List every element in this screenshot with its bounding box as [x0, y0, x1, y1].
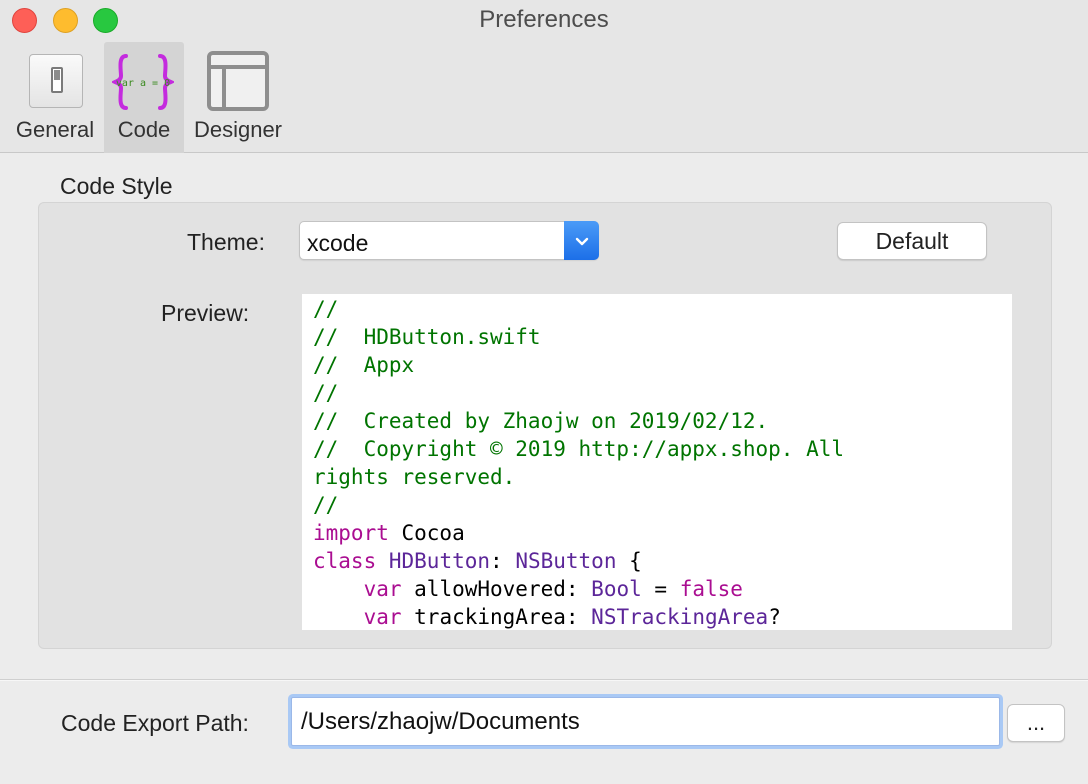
code-token: // — [313, 297, 339, 321]
code-token: // Created by Zhaojw on 2019/02/12. — [313, 409, 769, 433]
code-token: Cocoa — [388, 521, 465, 545]
theme-label: Theme: — [187, 229, 265, 255]
code-token: rights reserved. — [313, 465, 516, 489]
code-token: false — [679, 577, 743, 601]
theme-select[interactable]: xcode — [299, 221, 599, 260]
toolbar-tab-label: Designer — [193, 117, 283, 142]
code-line: var trackingArea: NSTrackingArea? — [313, 603, 844, 630]
toolbar-tab-code[interactable]: var a = 0 Code — [104, 42, 184, 153]
code-line: // — [313, 379, 844, 407]
toolbar-tab-label: Code — [117, 117, 171, 142]
code-token: // — [313, 493, 339, 517]
code-token: Bool — [591, 577, 642, 601]
code-line: // Created by Zhaojw on 2019/02/12. — [313, 407, 844, 435]
code-style-heading: Code Style — [60, 173, 173, 199]
code-token: NSButton — [515, 549, 617, 573]
code-preview: // // HDButton.swift // Appx // // Created b… — [302, 294, 1012, 630]
code-token: // HDButton.swift — [313, 325, 541, 349]
code-line: // HDButton.swift — [313, 323, 844, 351]
window-title: Preferences — [479, 6, 609, 33]
code-token: = — [641, 577, 680, 601]
code-line: // — [313, 295, 844, 323]
code-braces-icon: var a = 0 — [112, 54, 174, 110]
code-token: // Copyright © 2019 http://appx.shop. Al… — [313, 437, 845, 461]
divider — [0, 679, 1088, 681]
code-token: // Appx — [313, 353, 415, 377]
toolbar-tab-label: General — [15, 117, 95, 142]
code-token: HDButton — [388, 549, 491, 573]
code-token: var — [363, 577, 402, 601]
preview-label: Preview: — [161, 300, 250, 326]
code-token: allowHovered: — [401, 577, 592, 601]
code-token: class — [313, 549, 377, 573]
toolbar-tab-designer[interactable]: Designer — [186, 42, 290, 153]
code-icon-text: var a = 0 — [116, 78, 170, 89]
theme-selected-value: xcode — [307, 230, 369, 256]
toolbar-tab-general[interactable]: General — [8, 42, 102, 153]
code-line: rights reserved. — [313, 463, 844, 491]
code-line: class HDButton: NSButton { — [313, 547, 844, 575]
window-toolbar: Preferences General var a = 0 Code Desig… — [0, 0, 1088, 153]
code-token: ? — [768, 605, 781, 629]
export-path-label: Code Export Path: — [61, 710, 249, 736]
toggle-switch-icon — [29, 54, 83, 108]
code-token: NSTrackingArea — [591, 605, 769, 629]
code-preview-text: // // HDButton.swift // Appx // // Created b… — [313, 295, 844, 630]
window-layout-icon — [207, 51, 269, 111]
code-token: trackingArea: — [401, 605, 592, 629]
code-token: { — [616, 549, 642, 573]
export-path-input[interactable] — [291, 697, 1000, 746]
code-line: // Appx — [313, 351, 844, 379]
code-line: // Copyright © 2019 http://appx.shop. Al… — [313, 435, 844, 463]
code-line: import Cocoa — [313, 519, 844, 547]
chevron-down-icon — [564, 221, 599, 260]
code-token: : — [490, 549, 516, 573]
code-line: // — [313, 491, 844, 519]
code-token: import — [313, 521, 389, 545]
code-token: var — [363, 605, 402, 629]
browse-button[interactable]: ... — [1007, 704, 1065, 742]
code-line: var allowHovered: Bool = false — [313, 575, 844, 603]
code-token: // — [313, 381, 339, 405]
default-theme-button[interactable]: Default — [837, 222, 987, 260]
